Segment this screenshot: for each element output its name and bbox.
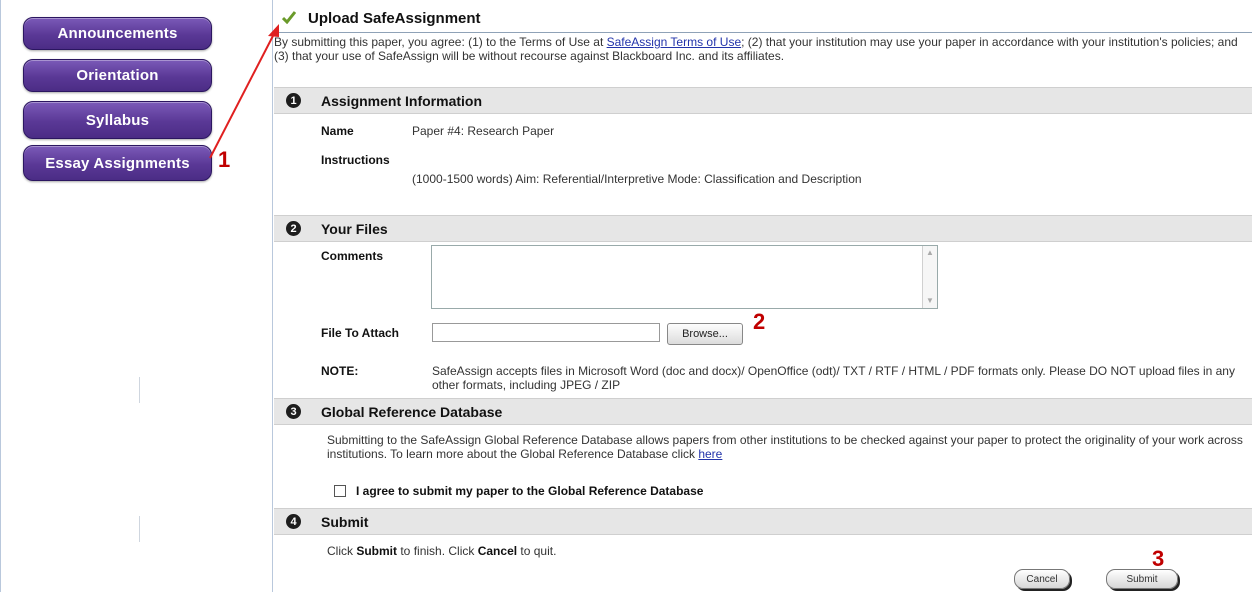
- section-title: Global Reference Database: [321, 404, 503, 420]
- assignment-instructions: (1000-1500 words) Aim: Referential/Inter…: [412, 172, 862, 186]
- step-number-icon: 2: [286, 221, 301, 236]
- section-your-files: 2 Your Files: [274, 215, 1252, 242]
- browse-button[interactable]: Browse...: [667, 323, 743, 345]
- note-text: SafeAssign accepts files in Microsoft Wo…: [432, 364, 1235, 392]
- nav-syllabus-button[interactable]: Syllabus: [23, 101, 212, 139]
- agree-checkbox-label[interactable]: I agree to submit my paper to the Global…: [356, 484, 703, 498]
- submit-instructions: Click Submit to finish. Click Cancel to …: [327, 544, 556, 558]
- course-menu: Announcements Orientation Syllabus Essay…: [0, 0, 273, 592]
- annotation-step-3: 3: [1152, 546, 1165, 571]
- global-db-here-link[interactable]: here: [698, 447, 722, 461]
- cancel-button[interactable]: Cancel: [1014, 569, 1070, 589]
- page-header: Upload SafeAssignment: [274, 6, 1252, 33]
- section-title: Assignment Information: [321, 93, 483, 109]
- global-db-text-part: Submitting to the SafeAssign Global Refe…: [327, 433, 1243, 461]
- instructions-label: Instructions: [321, 153, 390, 167]
- terms-text-part: By submitting this paper, you agree: (1)…: [274, 35, 607, 49]
- nav-announcements-button[interactable]: Announcements: [23, 17, 212, 50]
- section-title: Submit: [321, 514, 369, 530]
- terms-of-use-link[interactable]: SafeAssign Terms of Use: [607, 35, 742, 49]
- file-path-input[interactable]: [432, 323, 660, 342]
- file-to-attach-label: File To Attach: [321, 326, 399, 340]
- checkmark-icon: [282, 11, 296, 24]
- submit-text-part: to finish. Click: [397, 544, 478, 558]
- comments-label: Comments: [321, 249, 384, 263]
- step-number-icon: 3: [286, 404, 301, 419]
- cancel-word: Cancel: [477, 544, 518, 558]
- upload-safeassignment-page: Upload SafeAssignment By submitting this…: [274, 0, 1252, 592]
- comments-textarea[interactable]: ▲ ▼: [431, 245, 938, 309]
- section-assignment-information: 1 Assignment Information: [274, 87, 1252, 114]
- name-label: Name: [321, 124, 354, 138]
- page-title: Upload SafeAssignment: [308, 10, 481, 27]
- step-number-icon: 1: [286, 93, 301, 108]
- divider: [139, 377, 140, 403]
- global-db-description: Submitting to the SafeAssign Global Refe…: [327, 433, 1247, 461]
- submit-word: Submit: [356, 544, 398, 558]
- note-label: NOTE:: [321, 364, 359, 378]
- section-global-reference-database: 3 Global Reference Database: [274, 398, 1252, 425]
- nav-essay-assignments-button[interactable]: Essay Assignments: [23, 145, 212, 181]
- annotation-step-2: 2: [753, 309, 766, 334]
- assignment-name: Paper #4: Research Paper: [412, 124, 555, 138]
- agree-checkbox[interactable]: [334, 485, 346, 497]
- submit-text-part: to quit.: [517, 544, 557, 558]
- step-number-icon: 4: [286, 514, 301, 529]
- submit-button[interactable]: Submit: [1106, 569, 1178, 589]
- nav-orientation-button[interactable]: Orientation: [23, 59, 212, 92]
- submit-text-part: Click: [327, 544, 357, 558]
- terms-text: By submitting this paper, you agree: (1)…: [274, 35, 1248, 63]
- section-title: Your Files: [321, 221, 388, 237]
- scrollbar[interactable]: ▲ ▼: [922, 246, 937, 308]
- section-submit: 4 Submit: [274, 508, 1252, 535]
- divider: [139, 516, 140, 542]
- scroll-up-icon[interactable]: ▲: [925, 248, 935, 258]
- annotation-step-1: 1: [218, 147, 231, 172]
- scroll-down-icon[interactable]: ▼: [925, 296, 935, 306]
